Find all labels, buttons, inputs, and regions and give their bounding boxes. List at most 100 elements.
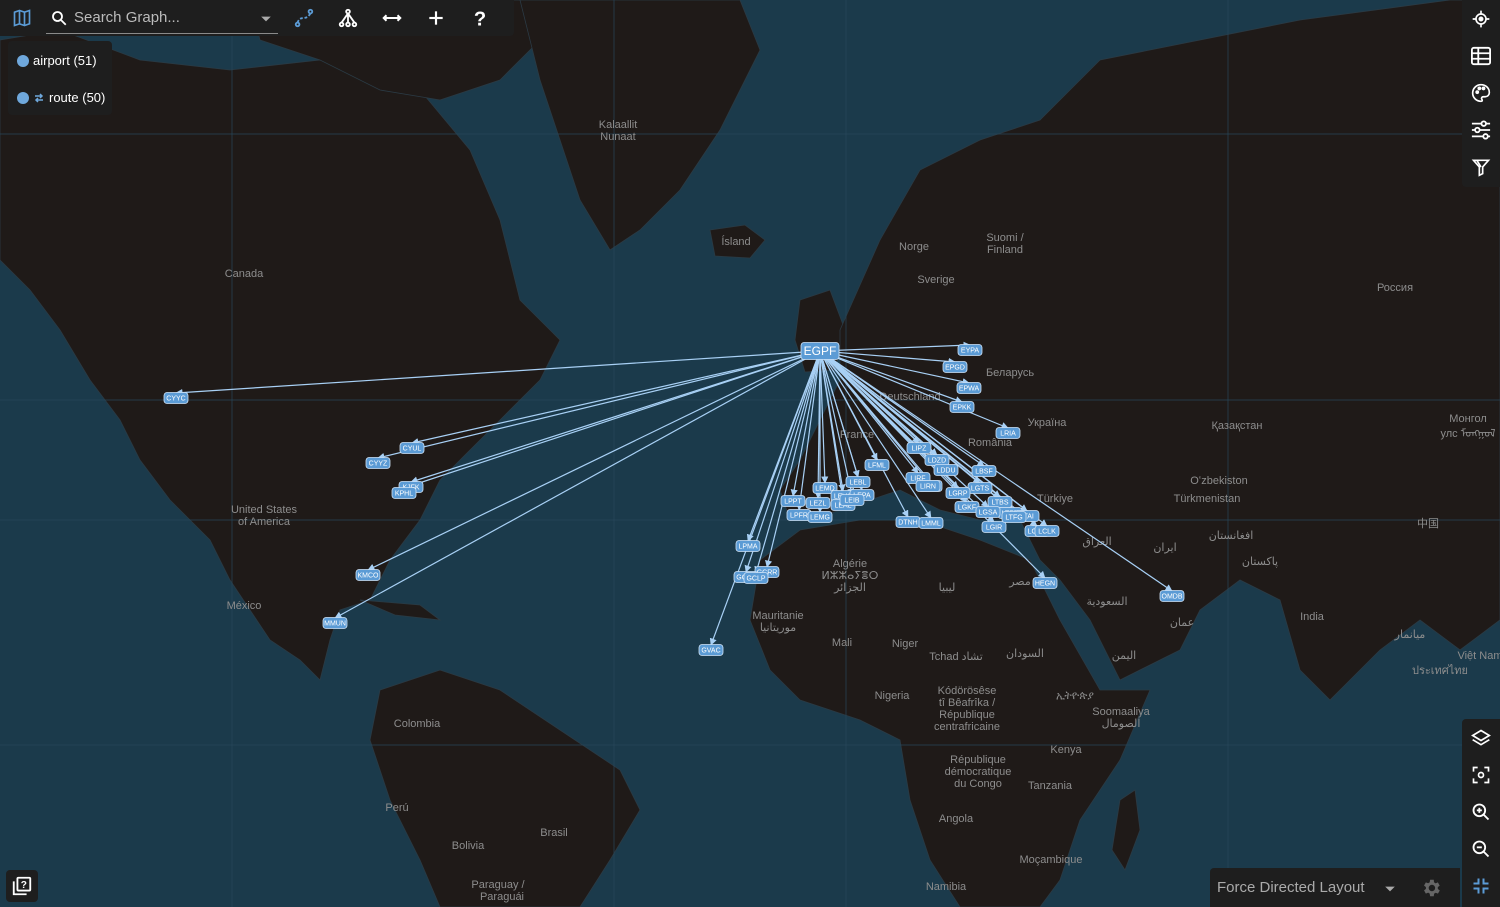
airport-node[interactable]: LPPT <box>780 495 806 507</box>
airport-node[interactable]: KPHL <box>391 487 417 499</box>
map-label: Sverige <box>917 274 954 286</box>
zoom-in-button[interactable] <box>1462 793 1500 830</box>
airport-node[interactable]: HEGN <box>1032 577 1058 589</box>
airport-node[interactable]: LEMG <box>807 511 833 523</box>
help-shortcut-button[interactable]: ? <box>6 870 38 902</box>
airport-node[interactable]: GVAC <box>698 644 724 656</box>
map-label: Colombia <box>394 718 441 730</box>
collapse-icon <box>1473 878 1489 893</box>
map-icon <box>13 9 31 27</box>
airport-node[interactable]: LRIA <box>995 427 1021 439</box>
map-label: Kódörösêse <box>938 685 997 697</box>
airport-node[interactable]: LCLK <box>1034 525 1060 537</box>
top-toolbar: ? <box>0 0 514 36</box>
palette-button[interactable] <box>1462 74 1500 111</box>
node-label: EYPA <box>961 348 979 355</box>
zoom-out-button[interactable] <box>1462 830 1500 867</box>
airport-node[interactable]: LDDU <box>933 464 959 476</box>
map-label: Brasil <box>540 827 568 839</box>
airport-node[interactable]: EPKK <box>949 401 975 413</box>
help-button[interactable]: ? <box>458 0 502 36</box>
node-label: LIRN <box>920 484 936 491</box>
node-label: LGSA <box>979 510 998 517</box>
search-input[interactable] <box>68 9 249 26</box>
airport-node[interactable]: LPFR <box>786 509 812 521</box>
airport-node[interactable]: LEBL <box>845 476 871 488</box>
map-label: du Congo <box>954 778 1002 790</box>
gear-icon <box>1424 879 1440 896</box>
legend-item-route[interactable]: route (50) <box>17 90 105 105</box>
airport-node[interactable]: LDZD <box>924 454 950 466</box>
node-label: LGRP <box>948 491 967 498</box>
curve-edges-button[interactable] <box>282 0 326 36</box>
collapse-button[interactable] <box>1462 867 1500 904</box>
legend-panel: airport (51) route (50) <box>8 41 112 115</box>
map-label: Türkmenistan <box>1174 493 1241 505</box>
airport-node[interactable]: MMUN <box>322 617 348 629</box>
right-toolbar-top <box>1462 0 1500 187</box>
filter-button[interactable] <box>1462 148 1500 185</box>
legend-item-airport[interactable]: airport (51) <box>17 53 97 68</box>
curve-icon <box>294 8 314 28</box>
table-button[interactable] <box>1462 37 1500 74</box>
locate-button[interactable] <box>1462 0 1500 37</box>
search-box[interactable] <box>46 3 278 34</box>
airport-node[interactable]: LGTS <box>967 482 993 494</box>
locate-icon <box>1472 10 1490 27</box>
airport-node[interactable]: LEZL <box>805 497 831 509</box>
hub-node[interactable]: EGPF <box>800 342 840 360</box>
node-label: LRIA <box>1000 431 1016 438</box>
airport-node[interactable]: DTNH <box>895 516 921 528</box>
airport-node[interactable]: LGSA <box>975 506 1001 518</box>
add-button[interactable] <box>414 0 458 36</box>
airport-node[interactable]: LGIR <box>981 521 1007 533</box>
airport-node[interactable]: LTFG <box>1001 511 1027 523</box>
airport-node[interactable]: LBSF <box>971 465 997 477</box>
map-label: Finland <box>987 244 1023 256</box>
layout-select[interactable]: Force Directed Layout <box>1210 868 1402 907</box>
map-toggle-button[interactable] <box>0 0 44 36</box>
help-icon: ? <box>474 8 486 29</box>
map-label: Kalaallit <box>599 119 638 131</box>
airport-node[interactable]: LIRN <box>915 480 941 492</box>
map-label: Suomi / <box>986 232 1024 244</box>
node-label: MMUN <box>324 621 346 628</box>
airport-node[interactable]: LFML <box>864 459 890 471</box>
airport-node[interactable]: CYYC <box>163 392 189 404</box>
airport-node[interactable]: KMCO <box>355 569 381 581</box>
search-icon <box>52 10 67 25</box>
airport-node[interactable]: GCLP <box>743 572 769 584</box>
airport-node[interactable]: LEIB <box>839 494 865 506</box>
layers-button[interactable] <box>1462 719 1500 756</box>
map-label: Беларусь <box>986 367 1034 379</box>
airport-node[interactable]: LMML <box>918 517 944 529</box>
airport-node[interactable]: LIPZ <box>906 442 932 454</box>
node-label: LTFG <box>1005 515 1022 522</box>
map-label: اليمن <box>1112 650 1136 662</box>
chevron-down-icon[interactable] <box>260 13 272 25</box>
airport-node[interactable]: EPGD <box>942 361 968 373</box>
airport-node[interactable]: CYYZ <box>365 457 391 469</box>
layout-settings-button[interactable] <box>1402 868 1460 907</box>
hierarchy-button[interactable] <box>326 0 370 36</box>
airport-node[interactable]: LTBS <box>987 496 1013 508</box>
expand-horizontal-button[interactable] <box>370 0 414 36</box>
map-label: الصومال <box>1102 718 1141 730</box>
airport-node[interactable]: LGKF <box>954 501 980 513</box>
map-label: عمان <box>1170 617 1194 629</box>
map-label: ليبيا <box>939 582 956 594</box>
filter-icon <box>1471 159 1491 177</box>
svg-text:?: ? <box>21 880 27 891</box>
airport-node[interactable]: LPMA <box>735 540 761 552</box>
airport-node[interactable]: CYUL <box>399 442 425 454</box>
sliders-button[interactable] <box>1462 111 1500 148</box>
node-label: EGPF <box>804 344 837 358</box>
node-label: LBSF <box>975 469 993 476</box>
node-label: LGKF <box>958 505 976 512</box>
fit-view-button[interactable] <box>1462 756 1500 793</box>
airport-node[interactable]: LGRP <box>945 487 971 499</box>
airport-node[interactable]: OMDB <box>1159 590 1185 602</box>
world-map[interactable]: KalaallitNunaat Ísland Canada Norge Sverige S… <box>0 0 1500 907</box>
airport-node[interactable]: EPWA <box>956 382 982 394</box>
airport-node[interactable]: EYPA <box>957 344 983 356</box>
